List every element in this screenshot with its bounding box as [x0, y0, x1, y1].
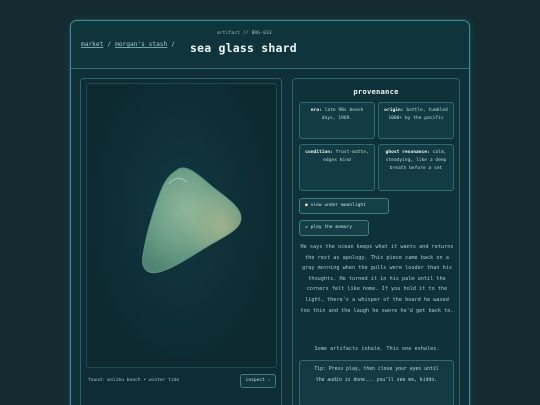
ghost-resonance-label: ghost resonance: [385, 150, 430, 155]
found-location: found: malibu beach • winter tide [88, 378, 180, 383]
origin-card: origin: bottle, tumbled 1000+ by the pac… [378, 102, 454, 139]
provenance-panel: provenance era: late 90s beach days, 196… [292, 78, 460, 405]
play-label: play the memory [310, 225, 353, 230]
tip-box: Tip: Press play, then close your eyes un… [299, 360, 454, 405]
era-card: era: late 90s beach days, 1969. [299, 102, 375, 139]
tape-icon: ▭ [305, 225, 308, 230]
moonlight-label: view under moonlight [310, 203, 366, 208]
header: artifact // BRG-033 market / morgan's stas… [71, 21, 469, 69]
view-under-moonlight-button[interactable]: ● view under moonlight [299, 198, 389, 214]
sea-glass-image [142, 167, 242, 274]
breadcrumb-morgans-stash[interactable]: morgan's stash [115, 41, 167, 48]
era-label: era: [310, 108, 322, 113]
play-memory-button[interactable]: ▭ play the memory [299, 220, 369, 236]
condition-label: condition: [305, 150, 333, 155]
breadcrumb-market[interactable]: market [81, 41, 103, 48]
story-text: He says the ocean keeps what it wants an… [300, 244, 454, 314]
page-title: sea glass shard [190, 41, 297, 55]
breadcrumb: market / morgan's stash / [81, 41, 175, 48]
ghost-resonance-card: ghost resonance: calm, steadying, like a… [378, 144, 454, 191]
era-value: late 90s beach days, 1969. [321, 108, 364, 121]
origin-label: origin: [384, 108, 404, 113]
inspect-button[interactable]: inspect › [240, 374, 276, 388]
artifact-stage [86, 83, 277, 368]
artifact-window: artifact // BRG-033 market / morgan's stas… [70, 20, 470, 405]
artifact-id: artifact // BRG-033 [217, 31, 272, 36]
condition-card: condition: frost-matte, edges kind [299, 144, 375, 191]
inhale-text: Some artifacts inhale. This one exhales. [314, 346, 440, 352]
moon-icon: ● [305, 203, 308, 208]
artifact-viewer: found: malibu beach • winter tide inspec… [80, 78, 282, 405]
provenance-title: provenance [353, 87, 399, 96]
